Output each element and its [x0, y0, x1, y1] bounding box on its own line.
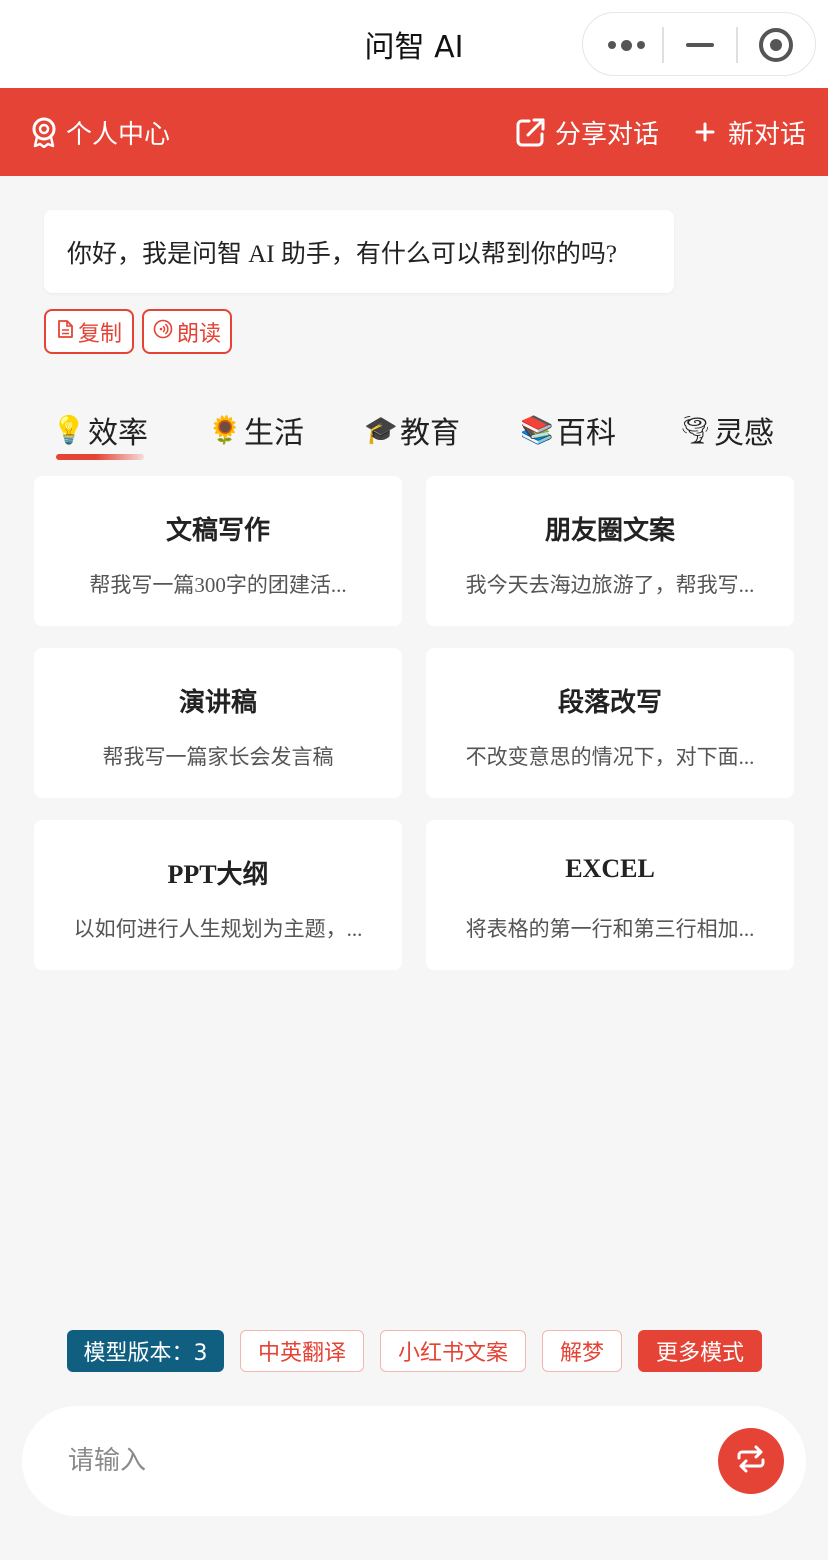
- share-label: 分享对话: [555, 119, 660, 150]
- prompt-card[interactable]: PPT大纲 以如何进行人生规划为主题，...: [34, 820, 402, 970]
- title-bar: 问智 AI: [0, 0, 828, 88]
- copy-button[interactable]: 复制: [44, 309, 134, 354]
- read-aloud-button[interactable]: 朗读: [142, 309, 232, 354]
- mode-chip-dream[interactable]: 解梦: [542, 1330, 622, 1372]
- document-icon: [56, 319, 74, 345]
- profile-button[interactable]: 个人中心: [30, 88, 170, 176]
- greeting-text: 你好，我是问智 AI 助手，有什么可以帮到你的吗?: [67, 240, 617, 268]
- tab-label: 生活: [244, 416, 304, 451]
- more-dots-icon[interactable]: [589, 13, 663, 77]
- graduation-cap-icon: 🎓: [364, 415, 398, 446]
- badge-icon: [30, 116, 58, 148]
- capsule-menu: [582, 12, 816, 76]
- new-chat-button[interactable]: 新对话: [694, 88, 806, 176]
- send-button[interactable]: [718, 1428, 784, 1494]
- card-description: 以如何进行人生规划为主题，...: [73, 917, 363, 941]
- card-description: 帮我写一篇家长会发言稿: [102, 745, 334, 769]
- chat-input[interactable]: [68, 1436, 668, 1486]
- assistant-greeting-bubble: 你好，我是问智 AI 助手，有什么可以帮到你的吗?: [44, 210, 674, 293]
- mode-chip-xiaohongshu[interactable]: 小红书文案: [380, 1330, 526, 1372]
- card-description: 不改变意思的情况下，对下面...: [465, 745, 755, 769]
- new-chat-label: 新对话: [728, 119, 807, 150]
- prompt-card[interactable]: 段落改写 不改变意思的情况下，对下面...: [426, 648, 794, 798]
- card-title: 文稿写作: [165, 516, 270, 545]
- tornado-icon: 🌪: [678, 415, 713, 446]
- tab-label: 教育: [400, 416, 460, 451]
- mode-chip-translate[interactable]: 中英翻译: [240, 1330, 364, 1372]
- minimize-icon[interactable]: [664, 13, 736, 77]
- card-title: 朋友圈文案: [544, 516, 675, 545]
- card-description: 我今天去海边旅游了，帮我写...: [465, 573, 755, 597]
- prompt-card[interactable]: 朋友圈文案 我今天去海边旅游了，帮我写...: [426, 476, 794, 626]
- tab-efficiency[interactable]: 💡 效率: [52, 408, 148, 452]
- tab-education[interactable]: 🎓 教育: [364, 408, 460, 452]
- tab-label: 百科: [556, 416, 616, 451]
- prompt-card[interactable]: 演讲稿 帮我写一篇家长会发言稿: [34, 648, 402, 798]
- speaker-circle-icon: [153, 319, 173, 345]
- tab-label: 效率: [88, 416, 148, 451]
- active-tab-indicator: [56, 454, 144, 460]
- more-modes-button[interactable]: 更多模式: [638, 1330, 762, 1372]
- read-label: 朗读: [176, 321, 221, 347]
- card-description: 帮我写一篇300字的团建活...: [89, 573, 347, 597]
- share-button[interactable]: 分享对话: [515, 88, 659, 176]
- light-bulb-icon: 💡: [52, 415, 86, 446]
- books-icon: 📚: [520, 415, 554, 446]
- tab-label: 灵感: [714, 416, 774, 451]
- card-title: PPT大纲: [167, 860, 269, 889]
- chat-input-bar: [22, 1406, 806, 1516]
- model-version-button[interactable]: 模型版本：3: [67, 1330, 224, 1372]
- tab-life[interactable]: 🌻 生活: [208, 408, 304, 452]
- tab-inspiration[interactable]: 🌪 灵感: [678, 408, 774, 452]
- sunflower-icon: 🌻: [208, 415, 242, 446]
- repeat-icon: [735, 1445, 767, 1478]
- tab-encyclopedia[interactable]: 📚 百科: [520, 408, 616, 452]
- copy-label: 复制: [77, 321, 122, 347]
- card-title: EXCEL: [565, 854, 655, 883]
- prompt-card[interactable]: 文稿写作 帮我写一篇300字的团建活...: [34, 476, 402, 626]
- profile-label: 个人中心: [66, 119, 171, 150]
- card-description: 将表格的第一行和第三行相加...: [465, 917, 755, 941]
- share-icon: [515, 116, 547, 148]
- card-title: 演讲稿: [178, 688, 257, 717]
- action-header: 个人中心 分享对话 新对话: [0, 88, 828, 176]
- prompt-card[interactable]: EXCEL 将表格的第一行和第三行相加...: [426, 820, 794, 970]
- card-title: 段落改写: [557, 688, 662, 717]
- plus-icon: [694, 121, 716, 143]
- target-circle-icon[interactable]: [738, 13, 814, 77]
